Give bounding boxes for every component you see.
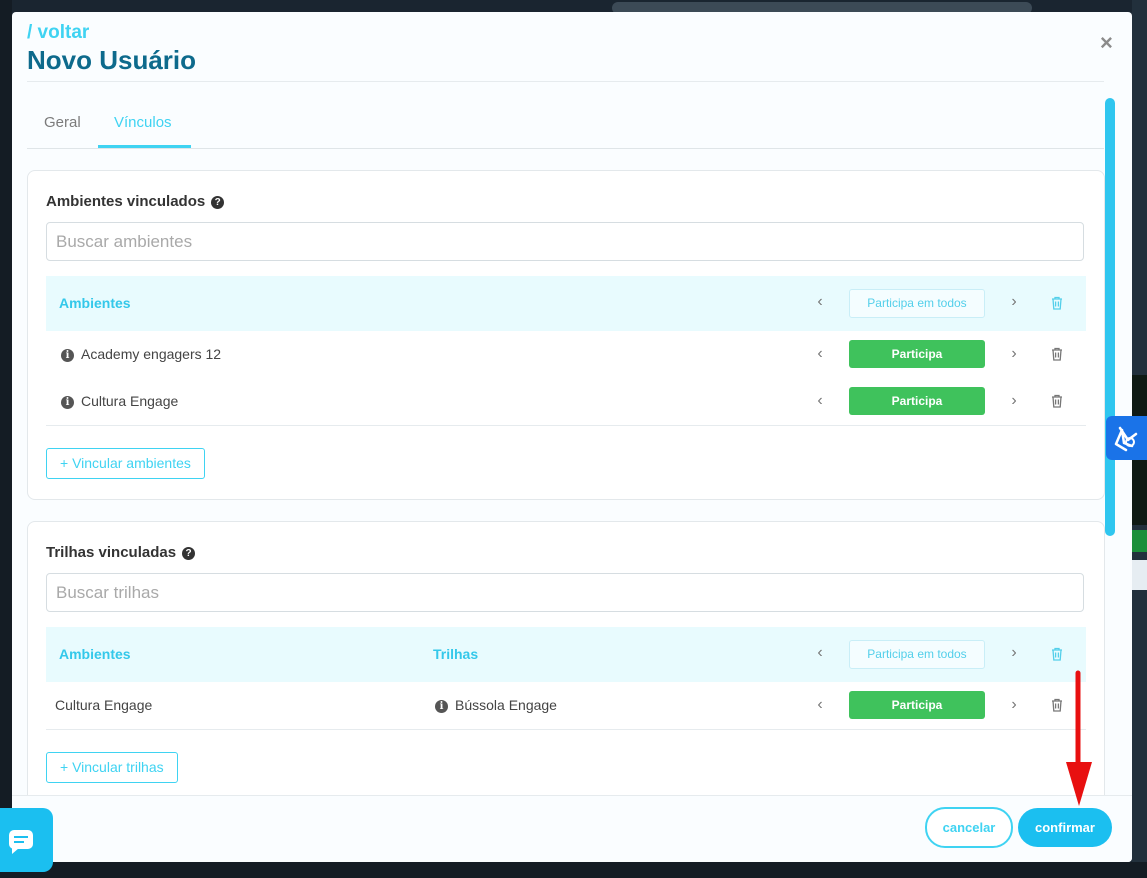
search-ambientes-input[interactable] [46,222,1084,261]
trilhas-section-title: Trilhas vinculadas? [46,544,196,561]
background-green-strip [1132,530,1147,552]
trash-icon[interactable] [1050,647,1064,661]
tab-vinculos[interactable]: Vínculos [114,114,172,131]
back-link[interactable]: / voltar [27,22,89,44]
accessibility-button[interactable] [1106,416,1147,460]
close-icon[interactable]: × [1100,30,1113,56]
participate-button[interactable]: Participa [849,387,985,415]
table-row: Cultura Engage i Bússola Engage ‹ Partici… [46,682,1086,730]
ambientes-section: Ambientes vinculados? Ambientes ‹ Partic… [27,170,1105,500]
trash-icon[interactable] [1050,394,1064,408]
trash-icon[interactable] [1050,698,1064,712]
ambiente-cell: Cultura Engage [55,697,153,713]
table-row: i Cultura Engage ‹ Participa › [46,378,1086,426]
ambientes-title-text: Ambientes vinculados [46,193,206,210]
chevron-right-icon[interactable]: › [1008,293,1020,311]
participate-button[interactable]: Participa [849,340,985,368]
ambiente-name: Academy engagers 12 [81,346,222,362]
tab-bar: Geral Vínculos [27,96,1104,149]
ambientes-section-title: Ambientes vinculados? [46,193,225,210]
ambiente-name-cell: i Cultura Engage [61,393,178,409]
background-top [0,0,1147,14]
add-trilhas-button[interactable]: + Vincular trilhas [46,752,178,783]
column-header-ambientes: Ambientes [59,646,131,662]
participate-all-button[interactable]: Participa em todos [849,289,985,318]
column-header-trilhas: Trilhas [433,646,479,662]
chevron-left-icon[interactable]: ‹ [814,293,826,311]
column-header-ambientes: Ambientes [59,295,131,311]
add-ambientes-button[interactable]: + Vincular ambientes [46,448,205,479]
trilhas-title-text: Trilhas vinculadas [46,544,177,561]
help-icon[interactable]: ? [211,196,225,209]
table-row: i Academy engagers 12 ‹ Participa › [46,331,1086,379]
trilhas-table-header: Ambientes Trilhas ‹ Participa em todos › [46,627,1086,682]
background-light-strip [1132,560,1147,590]
tab-geral[interactable]: Geral [44,114,81,131]
chevron-right-icon[interactable]: › [1008,392,1020,410]
info-icon[interactable]: i [61,396,74,409]
chevron-right-icon[interactable]: › [1008,644,1020,662]
background-left [0,0,12,878]
ambientes-table-header: Ambientes ‹ Participa em todos › [46,276,1086,331]
chat-icon [9,830,33,854]
header-divider [27,81,1104,82]
red-arrow-annotation [1066,670,1092,806]
scrollbar-thumb[interactable] [1105,98,1115,536]
info-icon[interactable]: i [61,349,74,362]
trash-icon[interactable] [1050,347,1064,361]
participate-all-button[interactable]: Participa em todos [849,640,985,669]
trilha-name: Bússola Engage [455,697,557,713]
cancel-button[interactable]: cancelar [925,807,1013,848]
sign-language-icon [1114,426,1138,452]
confirm-button[interactable]: confirmar [1018,808,1112,847]
page-title: Novo Usuário [27,45,197,75]
help-icon[interactable]: ? [182,547,196,560]
new-user-modal: / voltar Novo Usuário × Geral Vínculos A… [12,12,1132,862]
chevron-right-icon[interactable]: › [1008,696,1020,714]
search-trilhas-input[interactable] [46,573,1084,612]
chevron-left-icon[interactable]: ‹ [814,345,826,363]
chat-button[interactable] [0,808,53,872]
chevron-left-icon[interactable]: ‹ [814,644,826,662]
chevron-left-icon[interactable]: ‹ [814,696,826,714]
background-bottom [0,862,1147,878]
modal-footer: cancelar confirmar [12,795,1132,862]
chevron-right-icon[interactable]: › [1008,345,1020,363]
participate-button[interactable]: Participa [849,691,985,719]
trash-icon[interactable] [1050,296,1064,310]
trilha-cell: i Bússola Engage [435,697,557,713]
ambiente-name: Cultura Engage [81,393,179,409]
active-tab-indicator [98,145,191,148]
info-icon[interactable]: i [435,700,448,713]
chevron-left-icon[interactable]: ‹ [814,392,826,410]
ambiente-name-cell: i Academy engagers 12 [61,346,221,362]
